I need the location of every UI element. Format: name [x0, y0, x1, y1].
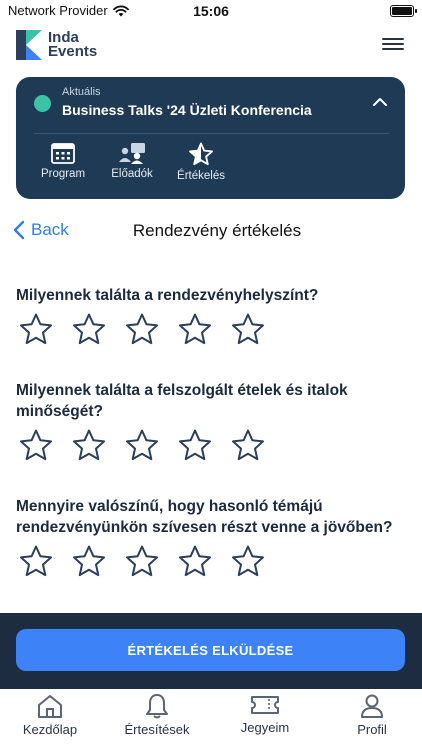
app-header: Inda Events — [0, 28, 422, 66]
bottom-tab-bar: Kezdőlap Értesítések Jegyeim Profil — [0, 689, 422, 750]
question-venue: Milyennek találta a rendezvényhelyszínt? — [16, 285, 396, 348]
star-icon[interactable] — [18, 544, 54, 580]
battery-icon — [390, 5, 417, 17]
event-nav-rating[interactable]: Értékelés — [171, 142, 231, 182]
star-icon[interactable] — [71, 428, 107, 464]
star-icon[interactable] — [18, 428, 54, 464]
question-future-attendance: Mennyire valószínű, hogy hasonló témájú … — [16, 496, 396, 580]
star-icon[interactable] — [177, 312, 213, 348]
calendar-icon — [51, 143, 75, 164]
profile-icon — [361, 694, 383, 718]
status-bar: Network Provider 15:06 — [0, 0, 422, 22]
tab-notifications[interactable]: Értesítések — [112, 693, 202, 737]
ticket-icon — [251, 696, 279, 714]
hamburger-menu-button[interactable] — [382, 38, 404, 52]
event-title: Business Talks '24 Üzleti Konferencia — [62, 102, 312, 118]
event-nav-program[interactable]: Program — [33, 142, 93, 180]
star-icon[interactable] — [124, 312, 160, 348]
star-icon[interactable] — [230, 312, 266, 348]
chevron-up-icon[interactable] — [373, 95, 387, 109]
star-icon[interactable] — [124, 544, 160, 580]
tab-notifications-label: Értesítések — [124, 722, 190, 737]
star-rating — [18, 428, 396, 464]
event-nav-speakers-label: Előadók — [111, 168, 153, 180]
home-icon — [38, 695, 62, 718]
clock: 15:06 — [193, 3, 229, 19]
speakers-icon — [119, 143, 145, 164]
event-nav-speakers[interactable]: Előadók — [102, 142, 162, 180]
current-event-card: Aktuális Business Talks '24 Üzleti Konfe… — [16, 77, 405, 199]
star-icon[interactable] — [71, 312, 107, 348]
star-icon[interactable] — [71, 544, 107, 580]
menu-line — [382, 48, 404, 50]
tab-home[interactable]: Kezdőlap — [5, 693, 95, 737]
star-rating — [18, 312, 396, 348]
star-icon[interactable] — [177, 428, 213, 464]
question-text: Milyennek találta a rendezvényhelyszínt? — [16, 287, 319, 304]
star-icon[interactable] — [18, 312, 54, 348]
submit-rating-button[interactable]: ÉRTÉKELÉS ELKÜLDÉSE — [16, 629, 405, 671]
logo-text: Inda Events — [48, 30, 98, 60]
logo-mark-icon — [16, 30, 42, 60]
star-icon[interactable] — [177, 544, 213, 580]
event-subtitle: Aktuális — [62, 86, 101, 98]
tab-profile-label: Profil — [357, 722, 387, 737]
tab-home-label: Kezdőlap — [22, 722, 78, 737]
tab-tickets-label: Jegyeim — [240, 720, 290, 735]
star-icon[interactable] — [124, 428, 160, 464]
page-title: Rendezvény értékelés — [132, 221, 302, 240]
app-logo[interactable]: Inda Events — [16, 30, 97, 60]
question-text: Milyennek találta a felszolgált ételek é… — [16, 382, 348, 420]
page-header: Back Rendezvény értékelés — [0, 220, 422, 244]
menu-line — [382, 38, 404, 40]
star-icon[interactable] — [230, 544, 266, 580]
event-nav-program-label: Program — [40, 168, 86, 180]
question-food: Milyennek találta a felszolgált ételek é… — [16, 380, 396, 464]
menu-line — [382, 43, 404, 45]
submit-bar: ÉRTÉKELÉS ELKÜLDÉSE — [0, 613, 422, 689]
tab-tickets[interactable]: Jegyeim — [220, 693, 310, 735]
star-icon[interactable] — [230, 428, 266, 464]
question-text: Mennyire valószínű, hogy hasonló témájú … — [16, 498, 393, 536]
bell-icon — [146, 694, 168, 719]
logo-line-2: Events — [48, 43, 98, 60]
event-nav-rating-label: Értékelés — [177, 170, 225, 182]
tab-profile[interactable]: Profil — [327, 693, 417, 737]
star-rating — [18, 544, 396, 580]
status-dot — [34, 95, 51, 112]
star-rating-icon — [189, 142, 213, 166]
card-divider — [34, 133, 389, 134]
